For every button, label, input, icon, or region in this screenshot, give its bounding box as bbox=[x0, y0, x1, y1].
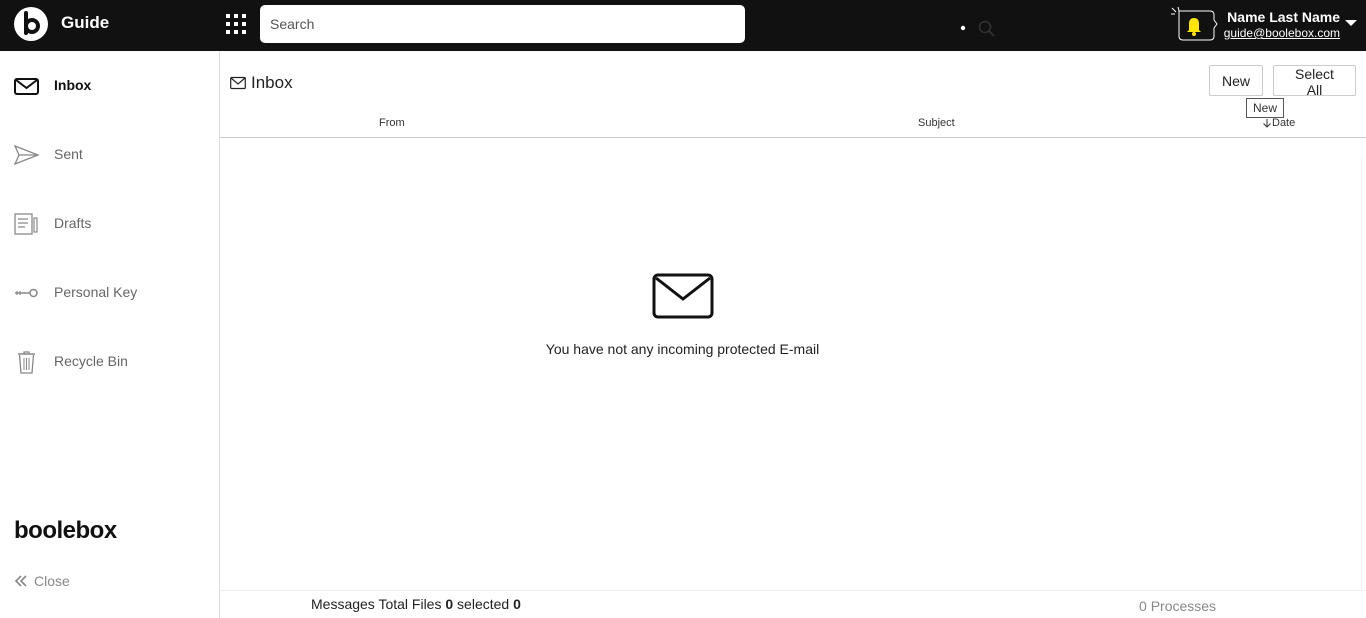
apps-grid-icon[interactable] bbox=[226, 14, 246, 34]
sidebar-item-label: Inbox bbox=[54, 77, 92, 93]
column-header-date-label: Date bbox=[1272, 117, 1296, 129]
user-name[interactable]: Name Last Name bbox=[1200, 9, 1340, 25]
empty-inbox-mail-icon bbox=[652, 273, 714, 319]
trash-icon bbox=[18, 351, 35, 374]
select-all-button[interactable]: Select All bbox=[1273, 65, 1356, 98]
header-divider bbox=[220, 137, 1366, 138]
sort-arrow-down-icon bbox=[1263, 119, 1271, 128]
page-title: Inbox bbox=[230, 73, 293, 93]
close-sidebar-button[interactable]: Close bbox=[14, 573, 70, 589]
empty-state-message: You have not any incoming protected E-ma… bbox=[545, 341, 820, 357]
mail-icon bbox=[14, 78, 39, 95]
sidebar-item-recycle-bin[interactable]: Recycle Bin bbox=[0, 342, 219, 382]
selected-label: selected bbox=[457, 596, 510, 612]
close-label: Close bbox=[34, 573, 70, 589]
user-email[interactable]: guide@boolebox.com bbox=[1200, 26, 1340, 40]
processes-status[interactable]: 0 Processes bbox=[1139, 598, 1216, 614]
boolebox-logo-icon[interactable] bbox=[14, 7, 48, 41]
brand-logo: boolebox bbox=[14, 517, 117, 544]
sidebar-item-sent[interactable]: Sent bbox=[0, 135, 219, 175]
messages-total-count: 0 bbox=[445, 596, 454, 612]
column-header-from[interactable]: From bbox=[379, 117, 405, 129]
sidebar-item-inbox[interactable]: Inbox bbox=[0, 66, 219, 106]
double-chevron-left-icon bbox=[14, 575, 27, 587]
page-title-text: Inbox bbox=[251, 73, 293, 92]
sidebar-item-drafts[interactable]: Drafts bbox=[0, 204, 219, 244]
sidebar-item-label: Drafts bbox=[54, 215, 92, 231]
column-header-date[interactable]: Date bbox=[1262, 117, 1295, 129]
scrollbar-track[interactable] bbox=[1361, 159, 1362, 589]
processes-label: Processes bbox=[1150, 598, 1217, 614]
sidebar-item-personal-key[interactable]: Personal Key bbox=[0, 273, 219, 313]
user-menu-chevron-down-icon[interactable] bbox=[1345, 20, 1357, 26]
send-icon bbox=[14, 144, 40, 166]
sidebar-item-label: Recycle Bin bbox=[54, 353, 128, 369]
messages-total-label: Messages Total Files bbox=[311, 596, 442, 612]
new-tooltip: New bbox=[1246, 98, 1285, 118]
sidebar: Inbox Sent Drafts Personal Key Recycle B… bbox=[0, 51, 220, 618]
column-header-subject[interactable]: Subject bbox=[918, 117, 955, 129]
sidebar-item-label: Personal Key bbox=[54, 284, 138, 300]
search-box bbox=[260, 5, 995, 43]
search-icon[interactable] bbox=[978, 20, 995, 37]
new-button[interactable]: New bbox=[1209, 65, 1263, 96]
selected-count: 0 bbox=[513, 596, 521, 612]
top-bar: Guide Name Last Name bbox=[0, 0, 1366, 51]
mail-icon bbox=[230, 76, 246, 90]
search-input[interactable] bbox=[270, 14, 670, 34]
processes-count: 0 bbox=[1139, 598, 1147, 614]
sidebar-item-label: Sent bbox=[54, 146, 83, 162]
drafts-icon bbox=[14, 213, 38, 235]
footer-divider bbox=[220, 590, 1366, 591]
main-content: Inbox New Select All New From Subject Da… bbox=[220, 51, 1366, 618]
footer-message-counts: Messages Total Files 0 selected 0 bbox=[311, 596, 521, 612]
app-title: Guide bbox=[61, 13, 110, 32]
key-icon bbox=[15, 288, 38, 298]
gear-icon[interactable] bbox=[955, 20, 971, 36]
